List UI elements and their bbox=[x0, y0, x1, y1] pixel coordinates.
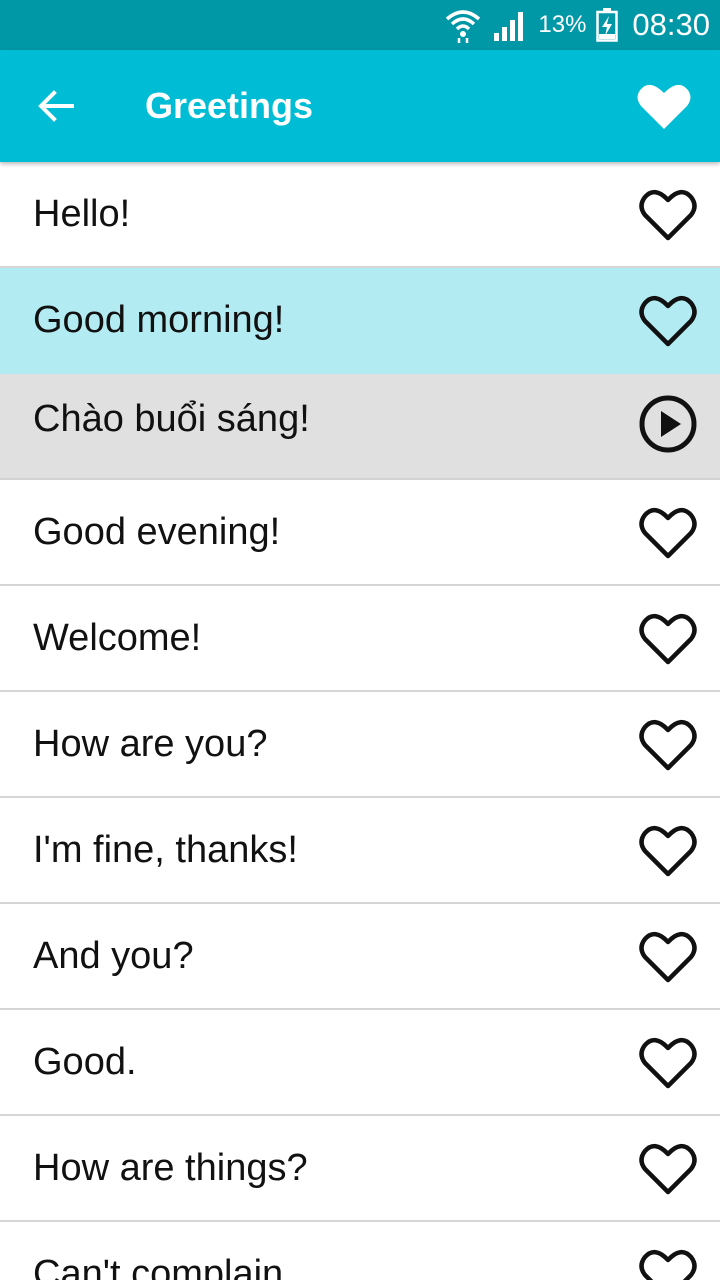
phrase-text: How are you? bbox=[33, 723, 268, 765]
phrase-row[interactable]: Welcome! bbox=[0, 586, 720, 692]
heart-outline-icon[interactable] bbox=[638, 928, 698, 984]
wifi-icon bbox=[446, 10, 481, 43]
phrase-row[interactable]: How are you? bbox=[0, 692, 720, 798]
heart-outline-icon[interactable] bbox=[638, 292, 698, 348]
phrase-row[interactable]: I'm fine, thanks! bbox=[0, 798, 720, 904]
translation-row[interactable]: Chào buổi sáng! bbox=[0, 374, 720, 480]
phrase-text: Welcome! bbox=[33, 617, 202, 659]
phrase-row[interactable]: Good evening! bbox=[0, 480, 720, 586]
battery-percent: 13% bbox=[538, 11, 587, 38]
app-bar: Greetings bbox=[0, 50, 720, 162]
heart-outline-icon[interactable] bbox=[638, 822, 698, 878]
heart-outline-icon[interactable] bbox=[638, 1246, 698, 1280]
heart-outline-icon[interactable] bbox=[638, 716, 698, 772]
status-bar: 13% 08:30 bbox=[0, 0, 720, 50]
page-title: Greetings bbox=[145, 85, 314, 126]
phrase-row[interactable]: Good morning! bbox=[0, 268, 720, 374]
phrase-text: Good morning! bbox=[33, 299, 285, 341]
phrase-text: I'm fine, thanks! bbox=[33, 829, 298, 871]
phrase-text: Good evening! bbox=[33, 511, 281, 553]
phrase-row[interactable]: And you? bbox=[0, 904, 720, 1010]
status-icons: 13% 08:30 bbox=[444, 0, 710, 50]
arrow-left-icon bbox=[38, 90, 74, 122]
signal-icon bbox=[494, 12, 524, 41]
phrase-text: Hello! bbox=[33, 193, 131, 235]
heart-outline-icon[interactable] bbox=[638, 610, 698, 666]
heart-filled-icon bbox=[637, 84, 691, 129]
phrase-text: How are things? bbox=[33, 1147, 308, 1189]
heart-outline-icon[interactable] bbox=[638, 1034, 698, 1090]
phrase-text: Can't complain. bbox=[33, 1253, 294, 1280]
battery-charging-icon bbox=[596, 8, 619, 42]
clock: 08:30 bbox=[632, 7, 710, 42]
phrase-row[interactable]: Hello! bbox=[0, 162, 720, 268]
phrase-row[interactable]: How are things? bbox=[0, 1116, 720, 1222]
translation-text: Chào buổi sáng! bbox=[33, 398, 310, 440]
heart-outline-icon[interactable] bbox=[638, 186, 698, 242]
phrase-text: Good. bbox=[33, 1041, 137, 1083]
heart-outline-icon[interactable] bbox=[638, 504, 698, 560]
play-circle-icon[interactable] bbox=[638, 394, 698, 453]
phrase-text: And you? bbox=[33, 935, 194, 977]
heart-outline-icon[interactable] bbox=[638, 1140, 698, 1196]
phrase-row[interactable]: Good. bbox=[0, 1010, 720, 1116]
favorites-button[interactable] bbox=[636, 81, 692, 131]
phrase-row[interactable]: Can't complain. bbox=[0, 1222, 720, 1280]
back-button[interactable] bbox=[36, 86, 76, 126]
phrase-list: Hello! Good morning! Chào buổi sáng! Good e… bbox=[0, 162, 720, 1280]
